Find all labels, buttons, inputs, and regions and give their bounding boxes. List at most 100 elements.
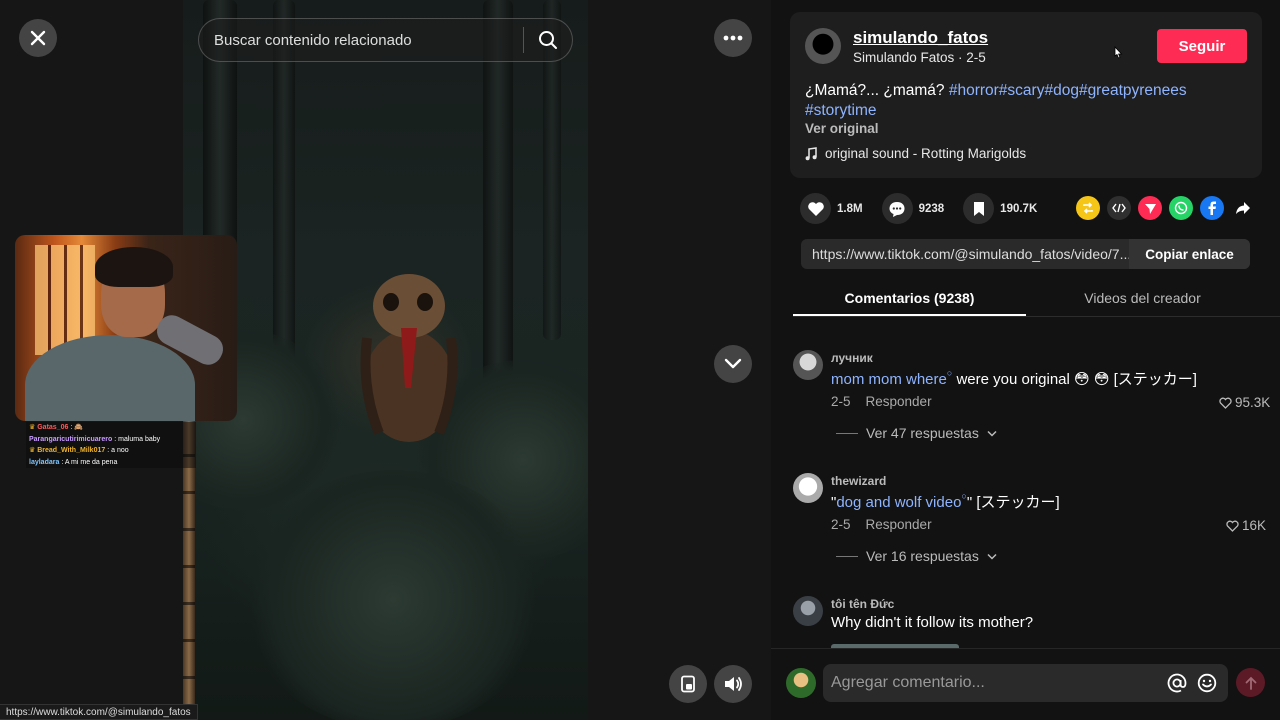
panel-tabs: Comentarios (9238) Videos del creador xyxy=(793,281,1280,317)
reply-button[interactable]: Responder xyxy=(866,517,932,532)
comment-text: "dog and wolf video○" [ステッカー] xyxy=(831,491,1060,512)
chat-message: Parangaricutirimicuarero : maluma baby xyxy=(29,434,193,446)
stream-chat-overlay: ♛ Gatas_06 : 🙈 Parangaricutirimicuarero … xyxy=(26,422,196,468)
facebook-icon xyxy=(1208,201,1216,215)
commenter-avatar[interactable] xyxy=(793,473,823,503)
like-count: 1.8M xyxy=(837,202,863,215)
post-caption: ¿Mamá?... ¿mamá? xyxy=(805,82,945,99)
chevron-down-icon xyxy=(724,358,742,369)
commenter-avatar[interactable] xyxy=(793,596,823,626)
creature-figure xyxy=(360,274,458,442)
send-comment-button[interactable] xyxy=(1236,668,1265,697)
video-player[interactable] xyxy=(183,0,588,720)
comment-item: лучник mom mom where○ were you original … xyxy=(793,350,1273,450)
follow-button[interactable]: Seguir xyxy=(1157,29,1247,63)
comment-date: 2-5 xyxy=(831,394,851,409)
current-user-avatar xyxy=(786,668,816,698)
webcam-person-hair xyxy=(95,247,173,287)
more-options-button[interactable] xyxy=(714,19,752,57)
whatsapp-icon xyxy=(1174,201,1188,215)
picture-in-picture-button[interactable] xyxy=(669,665,707,703)
view-replies-button[interactable]: Ver 47 respuestas xyxy=(836,425,997,441)
search-button[interactable] xyxy=(524,19,572,61)
at-sign-icon xyxy=(1167,673,1187,693)
comment-like-button[interactable]: 95.3K xyxy=(1219,395,1270,410)
browser-status-url: https://www.tiktok.com/@simulando_fatos xyxy=(0,704,198,720)
reply-button[interactable]: Responder xyxy=(866,394,932,409)
commenter-username[interactable]: лучник xyxy=(831,351,873,365)
speaker-icon xyxy=(725,677,742,691)
search-icon xyxy=(539,31,557,49)
chat-username: Bread_With_Milk017 xyxy=(37,447,106,454)
send-to-friends-icon xyxy=(1144,203,1156,214)
sound-link[interactable]: original sound - Rotting Marigolds xyxy=(805,146,1026,161)
comment-count: 9238 xyxy=(918,202,945,215)
comment-search-link[interactable]: mom mom where xyxy=(831,371,947,388)
heart-outline-icon xyxy=(1226,520,1239,532)
post-description: ¿Mamá?... ¿mamá? #horror#scary#dog#great… xyxy=(805,81,1245,121)
comment-search-link[interactable]: dog and wolf video xyxy=(836,494,961,511)
view-replies-label: Ver 47 respuestas xyxy=(866,425,979,441)
heart-icon xyxy=(807,201,824,216)
chat-text: : A mi me da pena xyxy=(61,458,118,466)
chat-text: : a noo xyxy=(107,447,129,454)
tab-comments[interactable]: Comentarios (9238) xyxy=(793,281,1026,316)
post-actions: 1.8M 9238 190.7K xyxy=(800,193,1056,224)
search-input[interactable] xyxy=(199,19,523,61)
save-button[interactable]: 190.7K xyxy=(963,193,1037,224)
like-button[interactable]: 1.8M xyxy=(800,193,863,224)
chat-message: layladara : A mi me da pena xyxy=(29,457,193,469)
next-video-button[interactable] xyxy=(714,345,752,383)
more-share-button[interactable] xyxy=(1231,196,1255,220)
repost-button[interactable] xyxy=(1076,196,1100,220)
emoji-button[interactable] xyxy=(1192,668,1222,698)
sound-title: original sound - Rotting Marigolds xyxy=(825,146,1027,161)
replies-divider xyxy=(836,432,858,434)
comment-like-button[interactable]: 16K xyxy=(1226,518,1266,533)
comment-input[interactable] xyxy=(823,664,1162,702)
view-replies-button[interactable]: Ver 16 respuestas xyxy=(836,548,997,564)
commenter-avatar[interactable] xyxy=(793,350,823,380)
fern-foliage xyxy=(243,470,543,720)
crown-icon: ♛ xyxy=(29,447,36,454)
send-to-friends-button[interactable] xyxy=(1138,196,1162,220)
bookmark-icon xyxy=(973,201,984,216)
webcam-person-body xyxy=(25,335,195,421)
comment-composer xyxy=(771,648,1280,720)
author-username[interactable]: simulando_fatos xyxy=(853,28,988,48)
mouse-cursor-icon xyxy=(1114,46,1123,59)
chat-username: layladara xyxy=(29,458,60,466)
comment-body: were you original 😳 😳 [ステッカー] xyxy=(952,371,1197,388)
chat-username: Parangaricutirimicuarero xyxy=(29,435,113,443)
comment-item: tôi tên Đức Why didn't it follow its mot… xyxy=(793,596,1273,648)
copy-link-button[interactable]: Copiar enlace xyxy=(1129,239,1250,269)
facebook-share-button[interactable] xyxy=(1200,196,1224,220)
whatsapp-share-button[interactable] xyxy=(1169,196,1193,220)
video-link-box: https://www.tiktok.com/@simulando_fatos/… xyxy=(801,239,1250,269)
author-avatar[interactable] xyxy=(805,28,841,64)
author-subtitle: Simulando Fatos · 2-5 xyxy=(853,50,986,65)
music-note-icon xyxy=(805,146,817,160)
close-icon xyxy=(30,30,46,46)
video-area: ♛ Gatas_06 : 🙈 Parangaricutirimicuarero … xyxy=(0,0,771,720)
arrow-up-icon xyxy=(1245,676,1256,690)
close-button[interactable] xyxy=(19,19,57,57)
volume-button[interactable] xyxy=(714,665,752,703)
embed-button[interactable] xyxy=(1107,196,1131,220)
mention-button[interactable] xyxy=(1162,668,1192,698)
heart-outline-icon xyxy=(1219,397,1232,409)
replies-divider xyxy=(836,555,858,557)
commenter-username[interactable]: thewizard xyxy=(831,474,886,488)
video-link-text[interactable]: https://www.tiktok.com/@simulando_fatos/… xyxy=(801,246,1129,262)
comment-text: mom mom where○ were you original 😳 😳 [ステ… xyxy=(831,368,1197,389)
view-original-link[interactable]: Ver original xyxy=(805,121,879,136)
view-replies-label: Ver 16 respuestas xyxy=(866,548,979,564)
post-info-card: simulando_fatos Simulando Fatos · 2-5 Se… xyxy=(790,12,1262,178)
chevron-down-icon xyxy=(987,553,997,560)
commenter-username[interactable]: tôi tên Đức xyxy=(831,597,894,611)
comment-body: " [ステッカー] xyxy=(966,494,1060,511)
tab-creator-videos[interactable]: Videos del creador xyxy=(1026,281,1259,316)
share-arrow-icon xyxy=(1236,202,1250,214)
repost-icon xyxy=(1083,202,1093,214)
comment-button[interactable]: 9238 xyxy=(881,193,945,224)
